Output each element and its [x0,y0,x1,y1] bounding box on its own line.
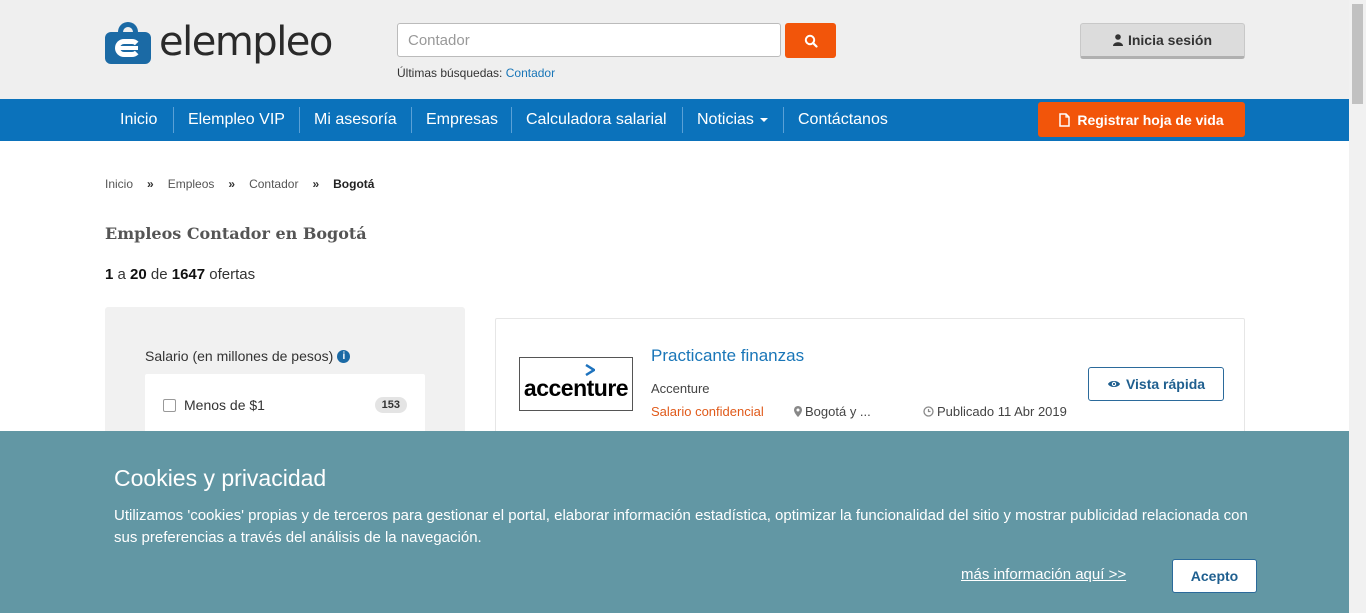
eye-icon [1107,381,1120,387]
salary-filter-label: Salario (en millones de pesos) [145,348,334,364]
nav-divider [783,107,784,133]
recent-searches: Últimas búsquedas: Contador [397,66,555,80]
caret-down-icon [759,117,768,122]
nav-divider [299,107,300,133]
breadcrumb-separator: » [147,177,154,191]
search-icon [804,34,818,48]
company-logo[interactable]: accenture [519,357,633,411]
nav-divider [411,107,412,133]
breadcrumb-item-inicio[interactable]: Inicio [105,177,133,191]
result-total: 1647 [171,266,206,283]
nav-item-inicio[interactable]: Inicio [120,99,157,141]
job-title-link[interactable]: Practicante finanzas [651,346,804,366]
breadcrumb-item-contador[interactable]: Contador [249,177,298,191]
login-label: Inicia sesión [1127,32,1213,48]
nav-item-noticias[interactable]: Noticias [697,99,768,141]
result-connector: de [150,266,168,283]
job-date-text: Publicado 11 Abr 2019 [937,404,1067,419]
result-to: 20 [130,266,147,283]
salary-filter-title: Salario (en millones de pesos) i [145,348,351,364]
info-icon[interactable]: i [337,349,351,363]
search-input[interactable] [397,23,781,57]
job-salary: Salario confidencial [651,404,764,419]
nav-item-contactanos[interactable]: Contáctanos [798,99,888,141]
logo-text: elempleo [159,19,333,65]
nav-item-elempleo-vip[interactable]: Elempleo VIP [188,99,285,141]
cookie-more-info-link[interactable]: más información aquí >> [961,566,1126,583]
page-title: Empleos Contador en Bogotá [105,224,367,243]
page-scrollbar[interactable] [1349,0,1366,613]
result-count: 1 a 20 de 1647 ofertas [105,266,255,283]
cookie-text: Utilizamos 'cookies' propias y de tercer… [114,507,1248,546]
header-bar: elempleo Últimas búsquedas: Contador Ini… [0,0,1349,99]
nav-item-calculadora-salarial[interactable]: Calculadora salarial [526,99,667,141]
clock-icon [923,406,934,417]
quick-view-button[interactable]: Vista rápida [1088,367,1224,401]
breadcrumb: Inicio » Empleos » Contador » Bogotá [105,177,388,191]
register-cv-button[interactable]: Registrar hoja de vida [1038,102,1245,137]
briefcase-logo-icon [105,22,153,64]
search-button[interactable] [785,23,836,58]
nav-divider [511,107,512,133]
quick-view-label: Vista rápida [1125,376,1206,392]
site-logo[interactable]: elempleo [105,17,333,67]
checkbox[interactable] [163,398,176,412]
job-location: Bogotá y ... [794,404,871,419]
job-date: Publicado 11 Abr 2019 [923,404,1067,419]
breadcrumb-item-empleos[interactable]: Empleos [168,177,215,191]
login-button[interactable]: Inicia sesión [1080,23,1245,59]
recent-search-link[interactable]: Contador [506,66,555,80]
breadcrumb-separator: » [228,177,236,191]
nav-divider [173,107,174,133]
recent-searches-label: Últimas búsquedas: [397,66,503,80]
filter-option-count: 153 [374,397,407,413]
job-company: Accenture [651,381,710,396]
breadcrumb-item-current: Bogotá [333,177,375,191]
cookie-accept-button[interactable]: Acepto [1172,559,1257,593]
filter-option[interactable]: Menos de $1 153 [163,395,407,415]
result-suffix: ofertas [209,266,256,283]
result-from: 1 [105,266,114,283]
scrollbar-thumb[interactable] [1352,4,1363,104]
cookie-title: Cookies y privacidad [114,465,327,491]
nav-item-empresas[interactable]: Empresas [426,99,498,141]
nav-divider [682,107,683,133]
company-logo-text: accenture [523,374,629,401]
user-icon [1112,34,1123,46]
document-icon [1059,112,1071,127]
filter-option-label: Menos de $1 [184,397,265,413]
register-cv-label: Registrar hoja de vida [1077,111,1224,128]
cookie-banner: Cookies y privacidad Utilizamos 'cookies… [0,431,1349,613]
nav-item-noticias-label: Noticias [697,111,754,128]
breadcrumb-separator: » [312,177,320,191]
result-connector: a [117,266,126,283]
map-marker-icon [794,406,802,417]
job-location-text: Bogotá y ... [805,404,871,419]
nav-item-mi-asesoria[interactable]: Mi asesoría [314,99,397,141]
